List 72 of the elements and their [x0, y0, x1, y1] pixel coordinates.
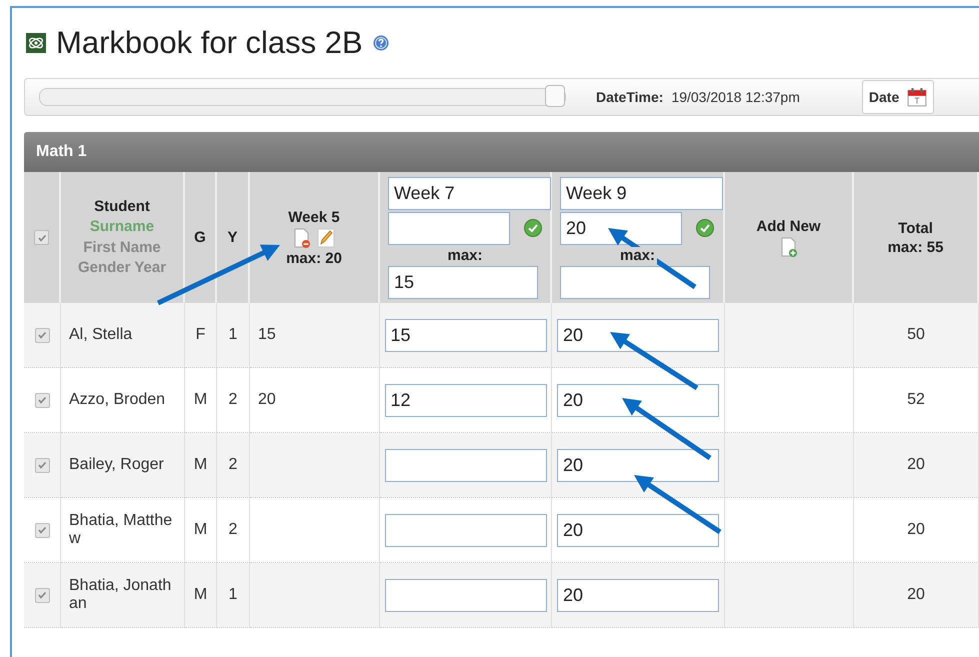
score-field[interactable]: 15: [384, 318, 546, 352]
checkmark-icon: [37, 460, 47, 470]
max-label: max: 55: [888, 238, 944, 256]
column-header: Total: [898, 220, 933, 236]
checkmark-icon: [37, 590, 47, 600]
table-cell: M: [185, 498, 217, 563]
score-field[interactable]: 12: [384, 384, 546, 416]
table-cell: M: [185, 368, 217, 433]
max-label: max: 20: [286, 250, 342, 266]
score-field[interactable]: [384, 514, 546, 546]
table-cell: 50: [854, 303, 979, 368]
row-checkbox[interactable]: [34, 392, 50, 408]
score-field[interactable]: [388, 212, 510, 244]
score-field[interactable]: [384, 448, 546, 482]
student-name: Bhatia, Jonathan: [69, 577, 172, 613]
column-name-field[interactable]: Week 7: [388, 176, 551, 210]
table-cell: 2: [217, 498, 250, 563]
score-field[interactable]: 20: [557, 448, 719, 482]
checkmark-icon: [37, 330, 47, 340]
remove-document-icon[interactable]: [293, 228, 311, 248]
table-cell: 20: [854, 563, 979, 628]
score-field[interactable]: 20: [557, 318, 719, 352]
table-cell: 20: [854, 433, 979, 498]
checkmark-icon: [36, 232, 46, 242]
max-field[interactable]: [560, 266, 710, 298]
row-checkbox[interactable]: [34, 588, 50, 602]
confirm-check-icon[interactable]: [524, 219, 542, 237]
table-cell: 15: [250, 303, 380, 368]
table-cell: 1: [217, 563, 250, 628]
confirm-check-icon[interactable]: [696, 219, 714, 237]
score-field[interactable]: 20: [557, 384, 719, 416]
checkmark-icon: [37, 525, 47, 535]
score-field[interactable]: [384, 578, 546, 612]
table-cell: 20: [250, 368, 380, 433]
student-name: Azzo, Broden: [69, 391, 166, 409]
max-field[interactable]: 15: [388, 266, 538, 298]
atom-logo-icon: [26, 33, 46, 53]
table-cell: 2: [217, 368, 250, 433]
pencil-icon[interactable]: [317, 228, 335, 248]
row-checkbox[interactable]: [34, 328, 50, 342]
section-title: Math 1: [36, 143, 87, 161]
table-cell: 1: [217, 303, 250, 368]
student-name: Al, Stella: [69, 326, 134, 344]
column-header: Student: [94, 197, 150, 217]
datetime-label: DateTime:: [596, 89, 664, 105]
checkmark-icon: [37, 395, 47, 405]
add-new-link[interactable]: Add New: [756, 218, 821, 235]
score-field[interactable]: 20: [557, 514, 719, 546]
help-icon[interactable]: [372, 35, 389, 51]
slider-handle[interactable]: [545, 85, 565, 107]
row-checkbox[interactable]: [34, 522, 50, 538]
date-button[interactable]: Date: [862, 80, 934, 114]
calendar-icon: [907, 87, 928, 107]
column-header: Y: [227, 229, 238, 246]
table-cell: 52: [854, 368, 979, 433]
page-title: Markbook for class 2B: [56, 25, 363, 61]
slider-track[interactable]: [39, 88, 566, 106]
score-field[interactable]: 20: [560, 212, 682, 244]
score-field[interactable]: 20: [557, 578, 719, 612]
table-cell: M: [185, 433, 217, 498]
student-name: Bailey, Roger: [69, 456, 165, 474]
table-cell: M: [185, 563, 217, 628]
table-cell: 20: [854, 498, 979, 563]
datetime-value: 19/03/2018 12:37pm: [671, 89, 800, 105]
table-cell: 2: [217, 433, 250, 498]
student-name: Bhatia, Matthew: [69, 512, 174, 548]
column-header: G: [194, 229, 206, 246]
column-name-field[interactable]: Week 9: [560, 176, 723, 210]
table-cell: F: [185, 303, 217, 368]
add-document-icon[interactable]: [780, 237, 798, 257]
column-header: Week 5: [288, 208, 340, 226]
row-checkbox[interactable]: [34, 458, 50, 472]
